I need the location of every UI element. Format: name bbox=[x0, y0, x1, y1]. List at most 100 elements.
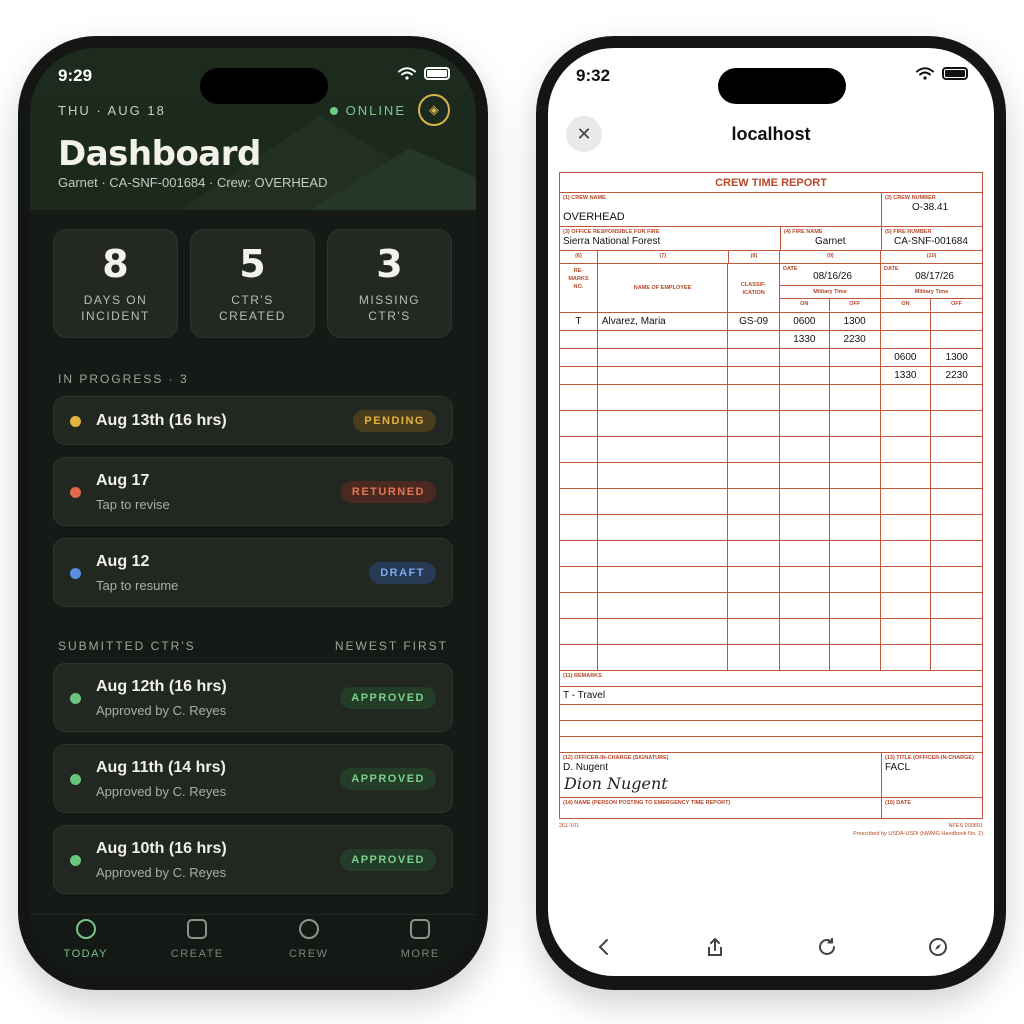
share-icon[interactable] bbox=[704, 936, 726, 958]
table-cell[interactable] bbox=[560, 541, 598, 566]
ctr-card-returned[interactable]: Aug 17 Tap to revise RETURNED bbox=[53, 457, 453, 526]
table-cell[interactable] bbox=[830, 349, 881, 366]
table-cell[interactable] bbox=[728, 567, 780, 592]
table-cell[interactable]: GS-09 bbox=[728, 313, 780, 330]
table-cell[interactable] bbox=[728, 437, 780, 462]
table-cell[interactable] bbox=[728, 515, 780, 540]
table-cell[interactable] bbox=[728, 349, 780, 366]
table-cell[interactable] bbox=[560, 331, 598, 348]
table-cell[interactable] bbox=[931, 541, 982, 566]
table-cell[interactable]: 1300 bbox=[931, 349, 982, 366]
table-cell[interactable]: 1330 bbox=[780, 331, 830, 348]
table-cell[interactable] bbox=[881, 411, 932, 436]
table-cell[interactable] bbox=[881, 385, 932, 410]
table-cell[interactable] bbox=[728, 489, 780, 514]
table-cell[interactable] bbox=[780, 541, 830, 566]
ctr-card-pending[interactable]: Aug 13th (16 hrs) PENDING bbox=[53, 396, 453, 445]
table-cell[interactable] bbox=[780, 411, 830, 436]
table-cell[interactable] bbox=[830, 567, 881, 592]
table-cell[interactable] bbox=[560, 489, 598, 514]
tab-more[interactable]: MORE bbox=[365, 915, 477, 976]
table-cell[interactable] bbox=[881, 489, 932, 514]
table-cell[interactable] bbox=[560, 411, 598, 436]
table-cell[interactable] bbox=[830, 385, 881, 410]
table-cell[interactable] bbox=[598, 489, 729, 514]
table-cell[interactable] bbox=[881, 619, 932, 644]
table-cell[interactable] bbox=[931, 645, 982, 670]
crew-name-field[interactable]: (1) CREW NAME OVERHEAD bbox=[560, 193, 882, 226]
table-cell[interactable] bbox=[560, 593, 598, 618]
table-cell[interactable] bbox=[931, 385, 982, 410]
table-cell[interactable]: 2230 bbox=[830, 331, 881, 348]
table-cell[interactable] bbox=[931, 489, 982, 514]
table-cell[interactable] bbox=[881, 463, 932, 488]
table-cell[interactable] bbox=[728, 619, 780, 644]
ctr-card-approved[interactable]: Aug 11th (14 hrs) Approved by C. Reyes A… bbox=[53, 744, 453, 813]
table-cell[interactable] bbox=[560, 367, 598, 384]
table-cell[interactable] bbox=[598, 411, 729, 436]
table-cell[interactable] bbox=[560, 437, 598, 462]
tab-today[interactable]: TODAY bbox=[30, 915, 142, 976]
table-cell[interactable] bbox=[598, 567, 729, 592]
table-cell[interactable] bbox=[931, 331, 982, 348]
table-cell[interactable] bbox=[598, 385, 729, 410]
table-cell[interactable] bbox=[830, 515, 881, 540]
table-cell[interactable]: Alvarez, Maria bbox=[598, 313, 729, 330]
date-value[interactable]: 08/16/26 bbox=[780, 272, 880, 282]
table-cell[interactable] bbox=[881, 593, 932, 618]
table-cell[interactable] bbox=[728, 411, 780, 436]
table-cell[interactable] bbox=[881, 567, 932, 592]
table-cell[interactable] bbox=[830, 367, 881, 384]
crew-number-field[interactable]: (2) CREW NUMBER O-38.41 bbox=[882, 193, 982, 226]
table-cell[interactable] bbox=[780, 385, 830, 410]
profile-badge-icon[interactable]: ◈ bbox=[418, 94, 450, 126]
table-cell[interactable]: 1300 bbox=[830, 313, 881, 330]
table-cell[interactable] bbox=[598, 367, 729, 384]
table-cell[interactable]: 0600 bbox=[780, 313, 830, 330]
table-cell[interactable] bbox=[830, 619, 881, 644]
table-cell[interactable] bbox=[780, 367, 830, 384]
table-cell[interactable] bbox=[560, 385, 598, 410]
table-cell[interactable] bbox=[931, 567, 982, 592]
table-cell[interactable] bbox=[728, 463, 780, 488]
table-cell[interactable] bbox=[830, 463, 881, 488]
table-cell[interactable] bbox=[780, 437, 830, 462]
table-cell[interactable] bbox=[881, 515, 932, 540]
table-cell[interactable] bbox=[598, 593, 729, 618]
officer-field[interactable]: (12) OFFICER-IN-CHARGE (Signature) D. Nu… bbox=[560, 753, 882, 797]
table-cell[interactable] bbox=[598, 541, 729, 566]
reload-icon[interactable] bbox=[816, 936, 838, 958]
remarks-line[interactable]: T - Travel bbox=[559, 687, 983, 705]
table-cell[interactable] bbox=[881, 541, 932, 566]
table-cell[interactable]: 0600 bbox=[881, 349, 932, 366]
table-cell[interactable] bbox=[780, 515, 830, 540]
table-cell[interactable] bbox=[931, 313, 982, 330]
table-cell[interactable] bbox=[830, 593, 881, 618]
table-cell[interactable] bbox=[830, 645, 881, 670]
table-cell[interactable] bbox=[728, 645, 780, 670]
table-cell[interactable]: 1330 bbox=[881, 367, 932, 384]
table-cell[interactable] bbox=[881, 331, 932, 348]
table-cell[interactable] bbox=[728, 385, 780, 410]
table-cell[interactable] bbox=[560, 645, 598, 670]
remarks-line[interactable] bbox=[559, 737, 983, 753]
officer-title-field[interactable]: (13) TITLE (Officer-in-Charge) FACL bbox=[882, 753, 982, 797]
remarks-line[interactable] bbox=[559, 721, 983, 737]
posting-date-field[interactable]: (15) DATE bbox=[882, 798, 982, 818]
table-cell[interactable]: T bbox=[560, 313, 598, 330]
tab-crew[interactable]: CREW bbox=[253, 915, 365, 976]
table-cell[interactable] bbox=[598, 463, 729, 488]
table-cell[interactable] bbox=[931, 437, 982, 462]
table-cell[interactable] bbox=[728, 593, 780, 618]
remarks-line[interactable] bbox=[559, 705, 983, 721]
table-cell[interactable] bbox=[881, 645, 932, 670]
table-cell[interactable] bbox=[560, 515, 598, 540]
table-cell[interactable] bbox=[780, 619, 830, 644]
table-cell[interactable] bbox=[598, 437, 729, 462]
table-cell[interactable] bbox=[780, 349, 830, 366]
table-cell[interactable] bbox=[931, 515, 982, 540]
table-cell[interactable] bbox=[728, 367, 780, 384]
table-cell[interactable] bbox=[830, 489, 881, 514]
table-cell[interactable] bbox=[931, 619, 982, 644]
table-cell[interactable] bbox=[728, 541, 780, 566]
